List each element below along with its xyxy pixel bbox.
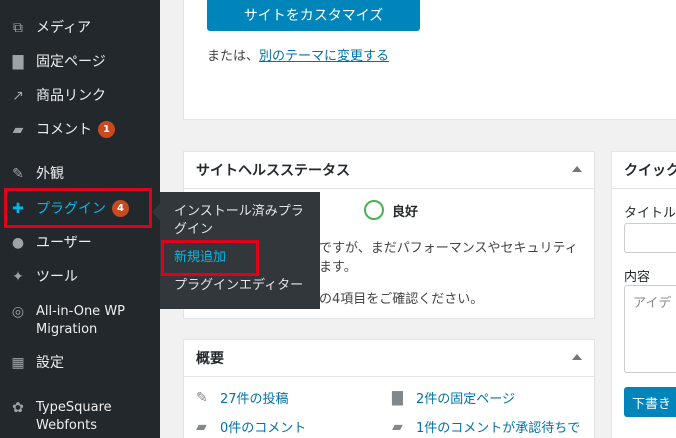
health-circle-icon bbox=[364, 200, 384, 220]
sidebar-item-settings[interactable]: ▦ 設定 bbox=[0, 353, 160, 373]
comments-badge: 1 bbox=[98, 121, 115, 138]
sidebar-item-typesquare[interactable]: ✿ TypeSquare Webfonts bbox=[0, 399, 160, 435]
tools-icon: ✦ bbox=[12, 269, 24, 285]
media-icon: ⧉ bbox=[13, 20, 23, 36]
comments-pending-icon: ▰ bbox=[392, 418, 403, 435]
settings-icon: ▦ bbox=[11, 355, 25, 371]
customize-site-button[interactable]: サイトをカスタマイズ bbox=[207, 0, 420, 31]
sidebar-item-label: All-in-One WP Migration bbox=[36, 304, 126, 337]
title-label: タイトル bbox=[624, 206, 676, 221]
plugins-highlight-frame bbox=[4, 188, 152, 228]
appearance-icon: ✎ bbox=[12, 166, 24, 182]
comments-count-label: 0件のコメント bbox=[220, 421, 307, 436]
content-placeholder: アイデ bbox=[633, 296, 672, 311]
sidebar-item-migration[interactable]: ◎ All-in-One WP Migration bbox=[0, 303, 160, 339]
comment-icon: ▰ bbox=[196, 418, 207, 435]
sidebar-item-label: 外観 bbox=[36, 165, 64, 182]
sidebar-item-label: コメント 1 bbox=[36, 121, 115, 140]
sidebar-item-product-link[interactable]: ↗ 商品リンク bbox=[0, 86, 160, 106]
collapse-toggle-icon[interactable] bbox=[572, 354, 582, 360]
health-body-line3: の4項目をご確認ください。 bbox=[319, 292, 484, 307]
comments-icon: ▰ bbox=[12, 122, 24, 138]
at-a-glance-widget: 概要 ✎ 27件の投稿 ▇ 2件の固定ページ ▰ 0件のコメント ▰ 1件のコメントが承… bbox=[183, 339, 595, 438]
sidebar-item-label: ツール bbox=[36, 268, 78, 285]
collapse-toggle-icon[interactable] bbox=[572, 166, 582, 172]
health-body-line2: ます。 bbox=[319, 260, 357, 275]
sidebar-item-tools[interactable]: ✦ ツール bbox=[0, 267, 160, 287]
pending-comments-link[interactable]: ▰ 1件のコメントが承認待ちで bbox=[392, 417, 581, 437]
flyout-item-plugin-editor[interactable]: プラグインエディター bbox=[174, 277, 303, 295]
flyout-item-installed-plugins[interactable]: インストール済みプラグイン bbox=[174, 203, 314, 239]
save-draft-button[interactable]: 下書き bbox=[624, 387, 676, 417]
sidebar-item-label: 固定ページ bbox=[36, 53, 106, 70]
at-a-glance-title: 概要 bbox=[196, 351, 224, 367]
change-theme-link[interactable]: 別のテーマに変更する bbox=[259, 49, 389, 64]
quick-draft-title: クイック bbox=[624, 163, 676, 179]
migration-icon: ◎ bbox=[11, 304, 25, 320]
or-text: または、 bbox=[207, 49, 260, 64]
posts-count-link[interactable]: ✎ 27件の投稿 bbox=[196, 388, 289, 408]
add-new-highlight-frame bbox=[161, 240, 259, 276]
title-input[interactable] bbox=[624, 223, 676, 253]
sidebar-item-appearance[interactable]: ✎ 外観 bbox=[0, 164, 160, 184]
pages-count-link[interactable]: ▇ 2件の固定ページ bbox=[392, 388, 516, 408]
sidebar-item-label: TypeSquare Webfonts bbox=[36, 400, 112, 433]
sidebar-item-media[interactable]: ⧉ メディア bbox=[0, 18, 160, 38]
content-label: 内容 bbox=[624, 270, 651, 285]
sidebar-item-label: 商品リンク bbox=[36, 87, 106, 104]
change-theme-line: または、別のテーマに変更する bbox=[207, 45, 389, 64]
quick-draft-header[interactable]: クイック bbox=[612, 152, 676, 189]
sidebar-item-users[interactable]: ● ユーザー bbox=[0, 233, 160, 253]
health-body-line1: ですが、まだパフォーマンスやセキュリティ bbox=[319, 241, 578, 256]
sidebar-item-label: メディア bbox=[36, 19, 92, 36]
sidebar-item-label: ユーザー bbox=[36, 234, 92, 251]
site-health-header[interactable]: サイトヘルスステータス bbox=[184, 152, 594, 189]
health-status-label: 良好 bbox=[392, 204, 419, 220]
content-textarea[interactable]: アイデ bbox=[624, 285, 676, 373]
comments-count-link[interactable]: ▰ 0件のコメント bbox=[196, 417, 307, 437]
product-link-icon: ↗ bbox=[12, 88, 24, 104]
page-icon: ▇ bbox=[392, 389, 403, 406]
welcome-panel: サイトをカスタマイズ または、別のテーマに変更する bbox=[183, 0, 676, 120]
comments-label: コメント bbox=[36, 121, 92, 138]
sidebar-item-pages[interactable]: ▇ 固定ページ bbox=[0, 52, 160, 72]
pending-comments-label: 1件のコメントが承認待ちで bbox=[416, 421, 581, 436]
quick-draft-widget: クイック タイトル 内容 アイデ 下書き bbox=[611, 151, 676, 438]
pages-icon: ▇ bbox=[12, 54, 24, 70]
admin-sidebar: ⧉ メディア ▇ 固定ページ ↗ 商品リンク ▰ コメント 1 ✎ 外観 ✚ プラ… bbox=[0, 0, 160, 438]
site-health-title: サイトヘルスステータス bbox=[196, 163, 350, 179]
health-status: 良好 bbox=[364, 200, 418, 220]
typesquare-icon: ✿ bbox=[12, 400, 24, 416]
sidebar-item-comments[interactable]: ▰ コメント 1 bbox=[0, 120, 160, 140]
posts-count-label: 27件の投稿 bbox=[220, 392, 289, 407]
users-icon: ● bbox=[11, 235, 25, 251]
sidebar-item-label: 設定 bbox=[36, 354, 64, 371]
pin-icon: ✎ bbox=[196, 389, 208, 406]
pages-count-label: 2件の固定ページ bbox=[416, 392, 516, 407]
at-a-glance-header[interactable]: 概要 bbox=[184, 340, 594, 377]
